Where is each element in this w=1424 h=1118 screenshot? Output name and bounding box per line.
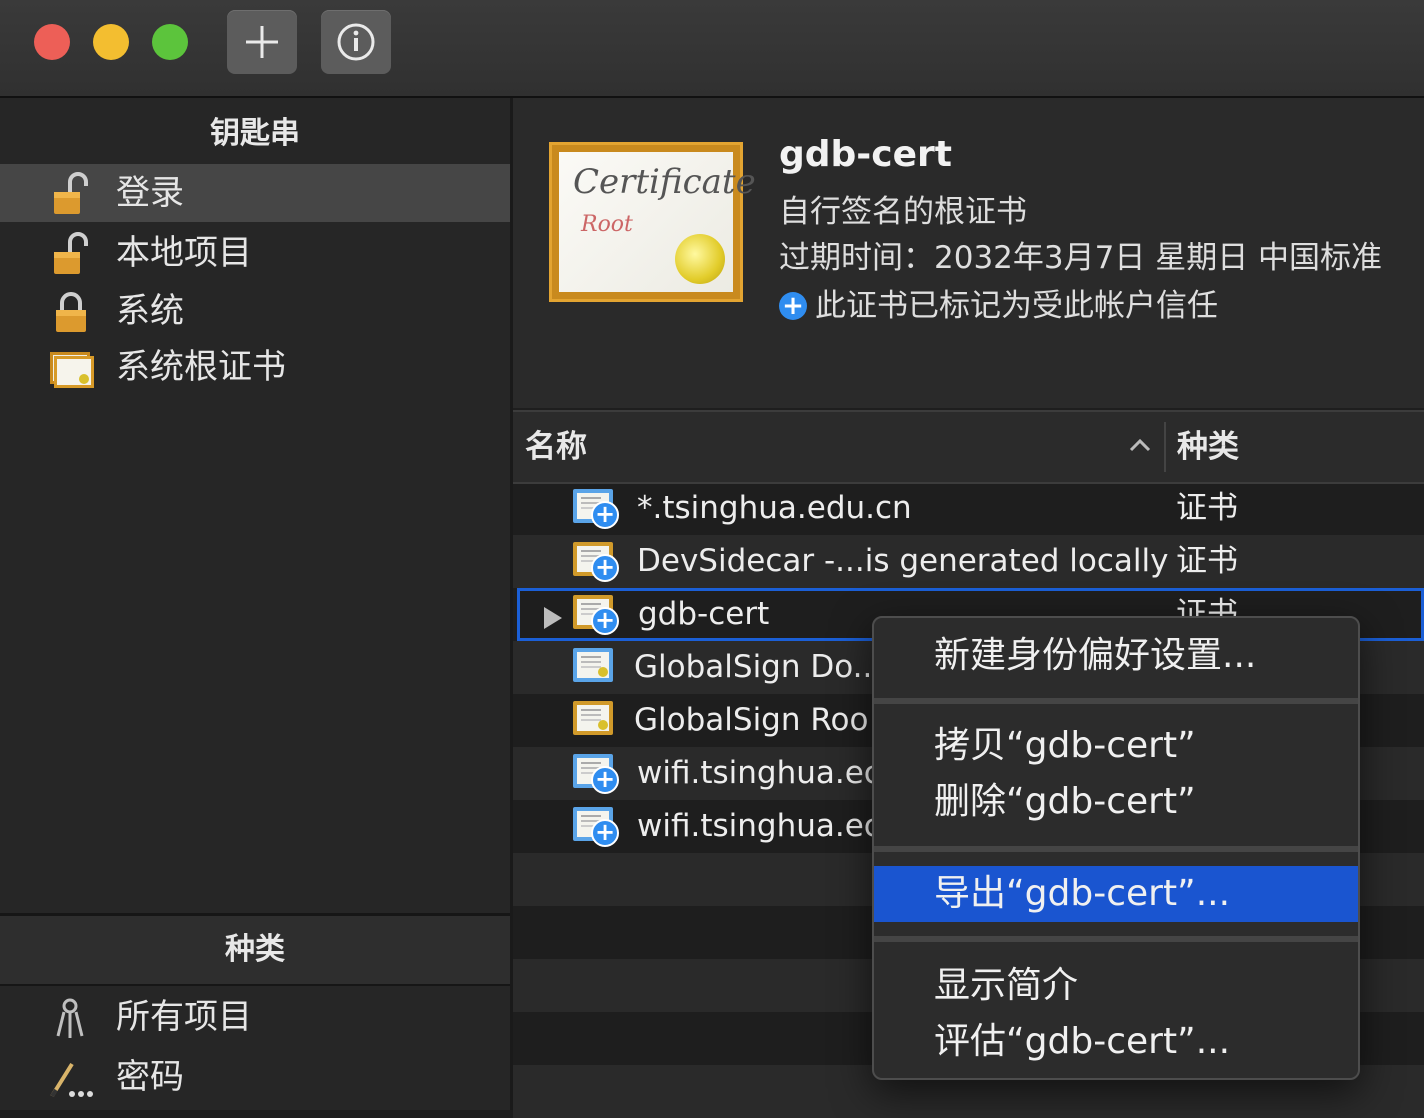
trust-text: 此证书已标记为受此帐户信任 [815, 288, 1218, 324]
certificate-icon: Certificate Root [549, 142, 756, 302]
row-name: gdb-cert [638, 596, 770, 632]
sort-ascending-icon[interactable] [1127, 432, 1153, 458]
certificate-plus-icon: + [573, 595, 619, 635]
plus-icon [246, 26, 278, 58]
close-window-button[interactable] [34, 24, 70, 60]
sidebar-item-label: 本地项目 [116, 233, 252, 273]
row-name: GlobalSign Do... [634, 649, 883, 685]
sidebar-item-system[interactable]: 系统 [0, 282, 510, 340]
column-header-name[interactable]: 名称 [525, 412, 587, 482]
menu-item-label: 评估“gdb-cert”... [934, 1021, 1231, 1062]
menu-item-label: 导出“gdb-cert”... [934, 873, 1231, 914]
certificate-plus-icon: + [573, 489, 619, 529]
row-name: GlobalSign Roo [634, 702, 869, 738]
certificate-expiry: 过期时间：2032年3月7日 星期日 中国标准 [779, 240, 1383, 276]
menu-item-evaluate[interactable]: 评估“gdb-cert”... [874, 1014, 1358, 1070]
context-menu: 新建身份偏好设置... 拷贝“gdb-cert” 删除“gdb-cert” 导出… [872, 616, 1360, 1080]
certificate-icon [573, 648, 619, 688]
row-kind: 证书 [1176, 490, 1238, 526]
sidebar-item-label: 系统根证书 [116, 347, 286, 387]
row-kind: 证书 [1176, 543, 1238, 579]
menu-item-new-identity-preference[interactable]: 新建身份偏好设置... [874, 628, 1358, 684]
menu-item-label: 显示简介 [934, 965, 1079, 1006]
menu-item-label: 删除“gdb-cert” [934, 781, 1196, 822]
table-header: 名称 种类 [513, 410, 1424, 484]
certificate-type: 自行签名的根证书 [779, 194, 1027, 230]
category-heading: 种类 [0, 916, 510, 986]
add-item-button[interactable] [227, 10, 297, 74]
menu-item-label: 拷贝“gdb-cert” [934, 725, 1196, 766]
minimize-window-button[interactable] [93, 24, 129, 60]
sidebar-item-local-items[interactable]: 本地项目 [0, 224, 510, 282]
certificate-plus-icon: + [573, 542, 619, 582]
menu-item-get-info[interactable]: 显示简介 [874, 958, 1358, 1014]
row-name: *.tsinghua.edu.cn [637, 490, 912, 526]
row-name: DevSidecar -...is generated locally [637, 543, 1169, 579]
row-name: wifi.tsinghua.ec [637, 755, 881, 791]
menu-item-label: 新建身份偏好设置... [934, 635, 1257, 676]
certificate-icon-subtitle: Root [581, 212, 633, 237]
trusted-plus-icon: + [779, 292, 807, 320]
column-header-kind[interactable]: 种类 [1177, 412, 1239, 482]
locked-padlock-icon [56, 292, 86, 332]
keychains-heading: 钥匙串 [210, 116, 300, 151]
sidebar-item-login[interactable]: 登录 [0, 164, 510, 222]
menu-item-delete[interactable]: 删除“gdb-cert” [874, 774, 1358, 830]
sidebar-item-label: 登录 [116, 173, 184, 213]
certificate-name: gdb-cert [779, 134, 952, 175]
certificate-plus-icon: + [573, 754, 619, 794]
menu-item-copy[interactable]: 拷贝“gdb-cert” [874, 718, 1358, 774]
sidebar: 钥匙串 登录 本地项目 系统 系统根证书 种类 所有项目 密码 [0, 98, 510, 1110]
certificate-trust-status: + 此证书已标记为受此帐户信任 [779, 280, 1218, 325]
sidebar-item-passwords[interactable]: 密码 [0, 1048, 510, 1106]
column-divider[interactable] [1164, 422, 1166, 472]
menu-item-export[interactable]: 导出“gdb-cert”... [874, 866, 1358, 922]
sidebar-item-all-items[interactable]: 所有项目 [0, 988, 510, 1046]
info-button[interactable] [321, 10, 391, 74]
seal-icon [675, 234, 725, 284]
certificate-stack-icon [50, 352, 94, 388]
menu-separator [874, 698, 1358, 704]
certificate-icon [573, 701, 619, 741]
certificate-detail-panel: Certificate Root gdb-cert 自行签名的根证书 过期时间：… [513, 98, 1424, 408]
disclosure-triangle-icon[interactable] [542, 606, 564, 630]
menu-separator [874, 846, 1358, 852]
sidebar-item-label: 密码 [116, 1057, 184, 1097]
info-icon [337, 23, 375, 61]
table-row[interactable]: + *.tsinghua.edu.cn 证书 [513, 482, 1424, 535]
menu-separator [874, 936, 1358, 942]
certificate-icon-title: Certificate [573, 162, 756, 202]
sidebar-item-system-roots[interactable]: 系统根证书 [0, 338, 510, 396]
unlocked-padlock-icon [54, 172, 88, 214]
certificate-plus-icon: + [573, 807, 619, 847]
keys-icon [56, 998, 84, 1038]
zoom-window-button[interactable] [152, 24, 188, 60]
table-row[interactable]: + DevSidecar -...is generated locally 证书 [513, 535, 1424, 588]
sidebar-item-label: 系统 [116, 291, 184, 331]
toolbar [0, 0, 1424, 98]
unlocked-padlock-icon [54, 232, 88, 274]
sidebar-item-label: 所有项目 [116, 997, 252, 1037]
row-name: wifi.tsinghua.ec [637, 808, 881, 844]
pencil-dots-icon [50, 1062, 93, 1098]
